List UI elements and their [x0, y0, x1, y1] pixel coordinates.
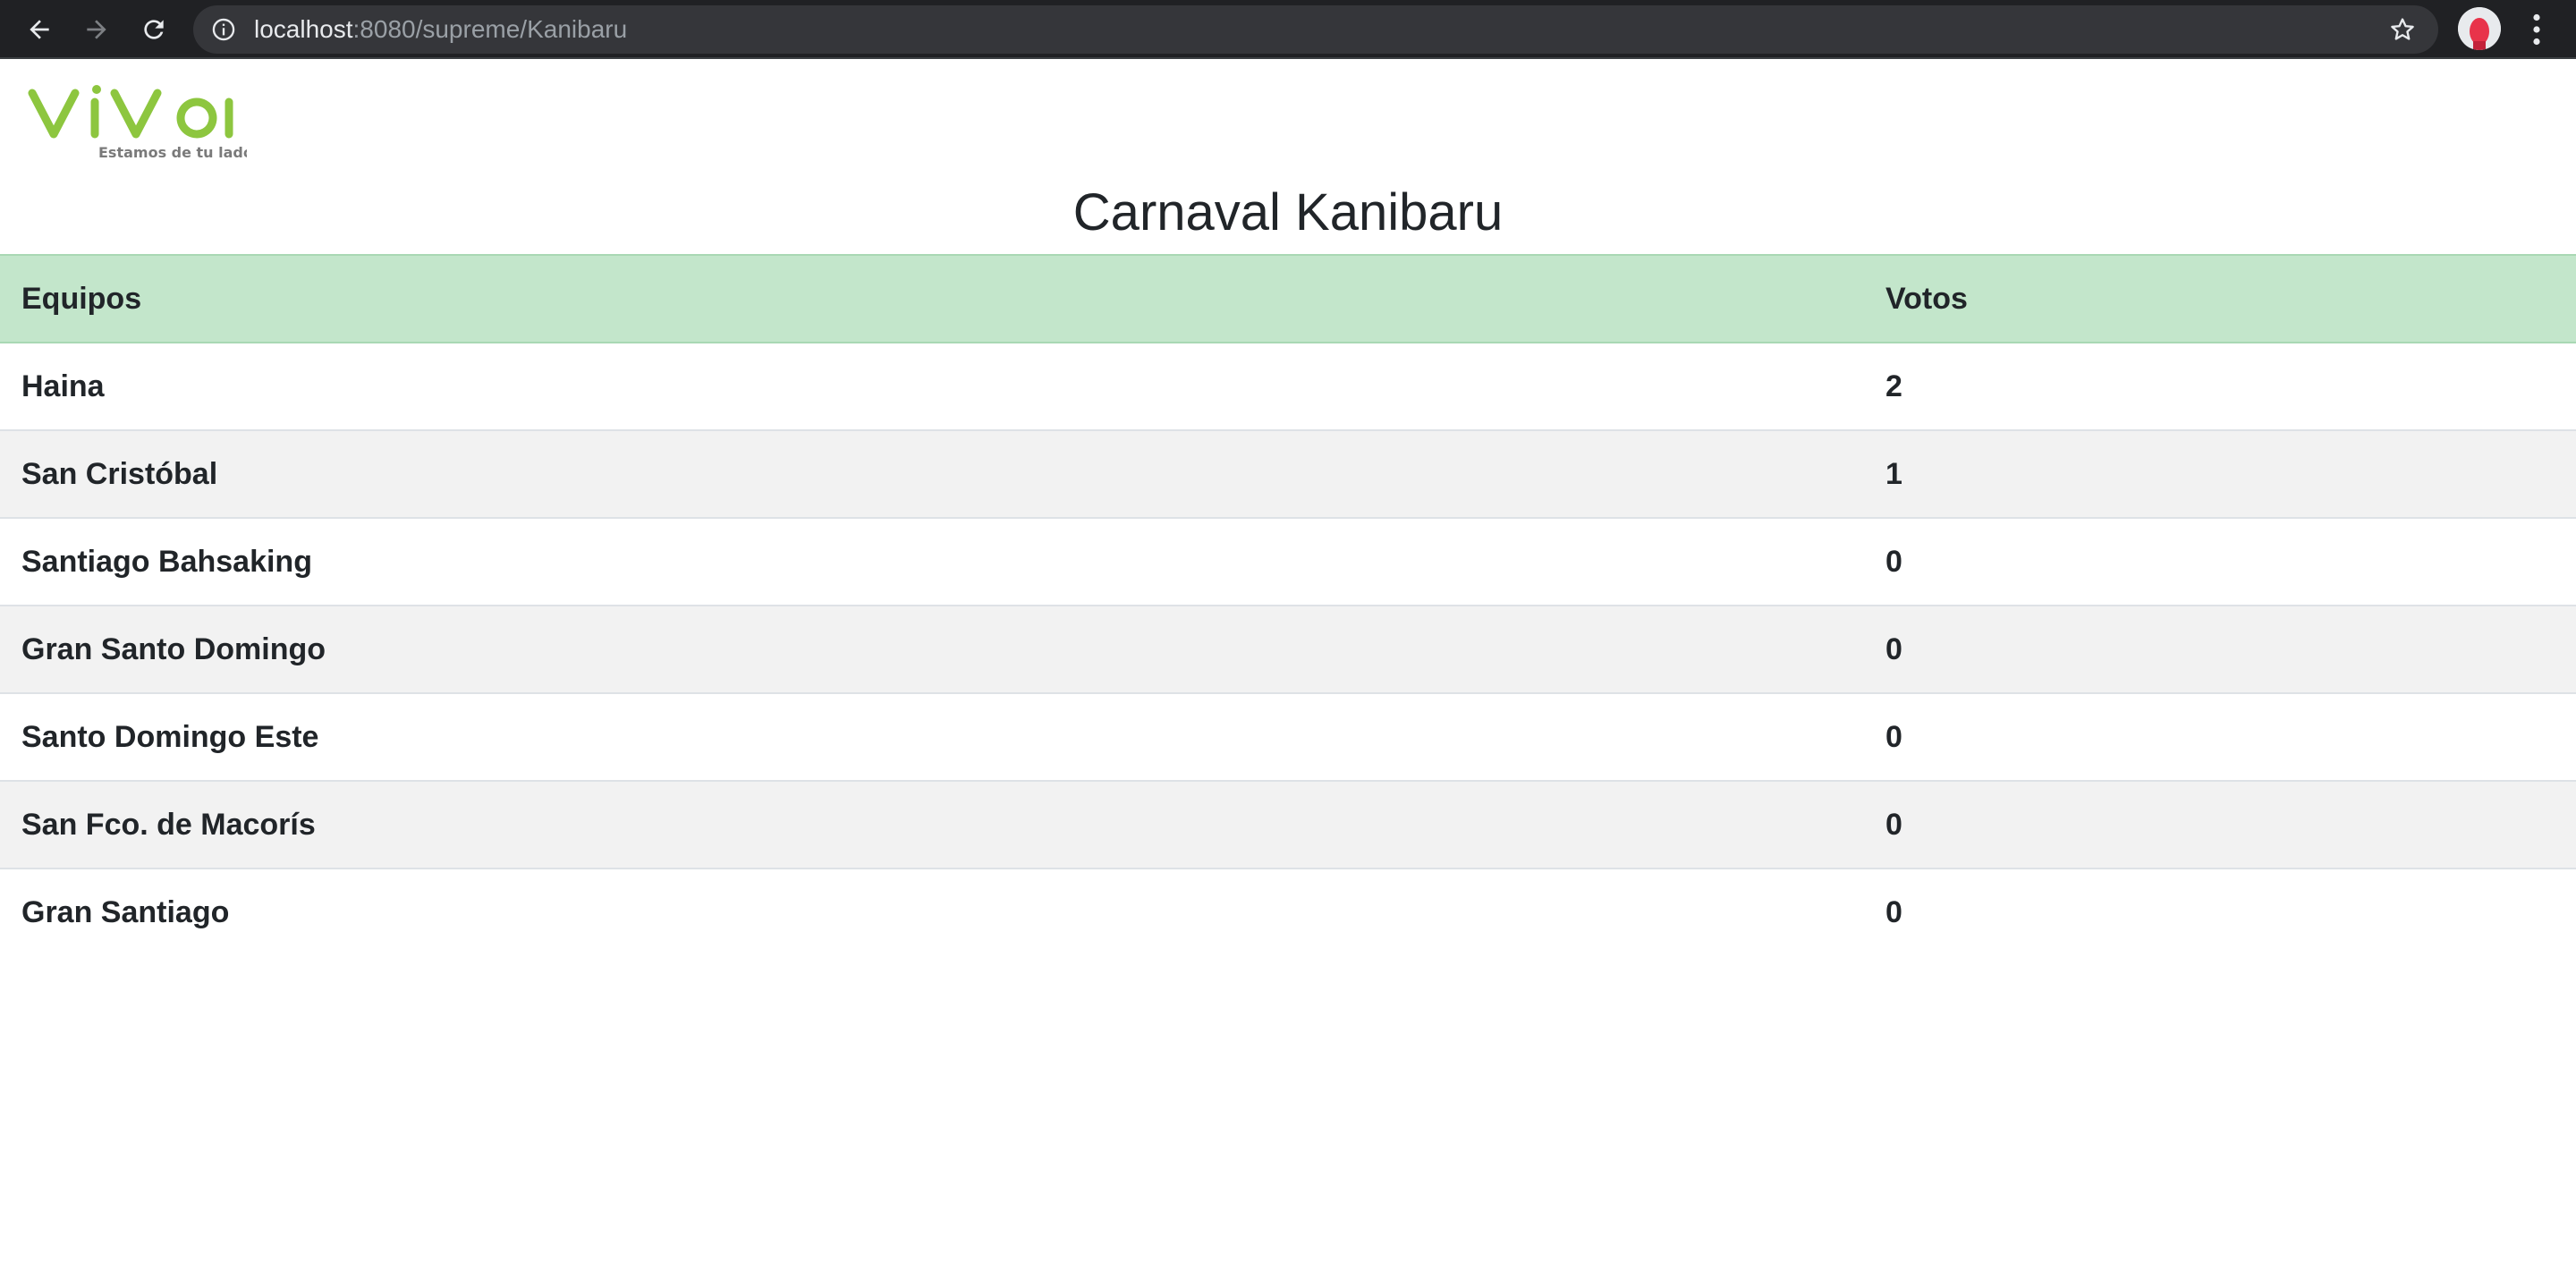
table-row: Santo Domingo Este 0	[0, 693, 2576, 782]
team-name: Gran Santo Domingo	[0, 606, 1864, 694]
url-host: localhost	[254, 15, 353, 43]
back-button[interactable]	[17, 7, 62, 52]
star-icon[interactable]	[2388, 15, 2417, 44]
browser-toolbar: localhost:8080/supreme/Kanibaru	[0, 0, 2576, 59]
column-header-equipos: Equipos	[0, 254, 1864, 343]
avatar-icon	[2458, 7, 2501, 50]
viva-logo: Estamos de tu lado	[28, 85, 247, 161]
table-row: Haina 2	[0, 343, 2576, 431]
votes-table: Equipos Votos Haina 2 San Cristóbal 1 Sa…	[0, 254, 2576, 956]
url-path: :8080/supreme/Kanibaru	[352, 15, 628, 43]
table-row: San Cristóbal 1	[0, 430, 2576, 519]
arrow-right-icon	[87, 20, 106, 39]
reload-button[interactable]	[131, 7, 176, 52]
column-header-votos: Votos	[1864, 254, 2576, 343]
team-name: San Cristóbal	[0, 430, 1864, 519]
address-bar[interactable]: localhost:8080/supreme/Kanibaru	[193, 5, 2438, 54]
info-icon[interactable]	[211, 17, 236, 42]
vote-count: 0	[1864, 518, 2576, 606]
profile-avatar[interactable]	[2458, 7, 2501, 50]
team-name: Santiago Bahsaking	[0, 518, 1864, 606]
table-row: Gran Santiago 0	[0, 869, 2576, 956]
logo-tagline: Estamos de tu lado	[98, 144, 247, 161]
more-vert-icon[interactable]	[2521, 11, 2553, 48]
table-row: Gran Santo Domingo 0	[0, 606, 2576, 694]
page-title: Carnaval Kanibaru	[1072, 183, 1504, 242]
team-name: San Fco. de Macorís	[0, 781, 1864, 869]
team-name: Santo Domingo Este	[0, 693, 1864, 782]
url-text[interactable]: localhost:8080/supreme/Kanibaru	[254, 5, 627, 54]
table-row: Santiago Bahsaking 0	[0, 518, 2576, 606]
table-header-row: Equipos Votos	[0, 254, 2576, 343]
team-name: Haina	[0, 343, 1864, 431]
reload-icon	[144, 20, 164, 39]
vote-count: 0	[1864, 606, 2576, 694]
arrow-left-icon	[30, 20, 49, 39]
vote-count: 2	[1864, 343, 2576, 431]
vote-count: 0	[1864, 781, 2576, 869]
team-name: Gran Santiago	[21, 895, 230, 929]
vote-count: 0	[1864, 693, 2576, 782]
vote-count: 1	[1864, 430, 2576, 519]
table-row: San Fco. de Macorís 0	[0, 781, 2576, 869]
forward-button[interactable]	[74, 7, 119, 52]
vote-count: 0	[1885, 895, 1902, 929]
